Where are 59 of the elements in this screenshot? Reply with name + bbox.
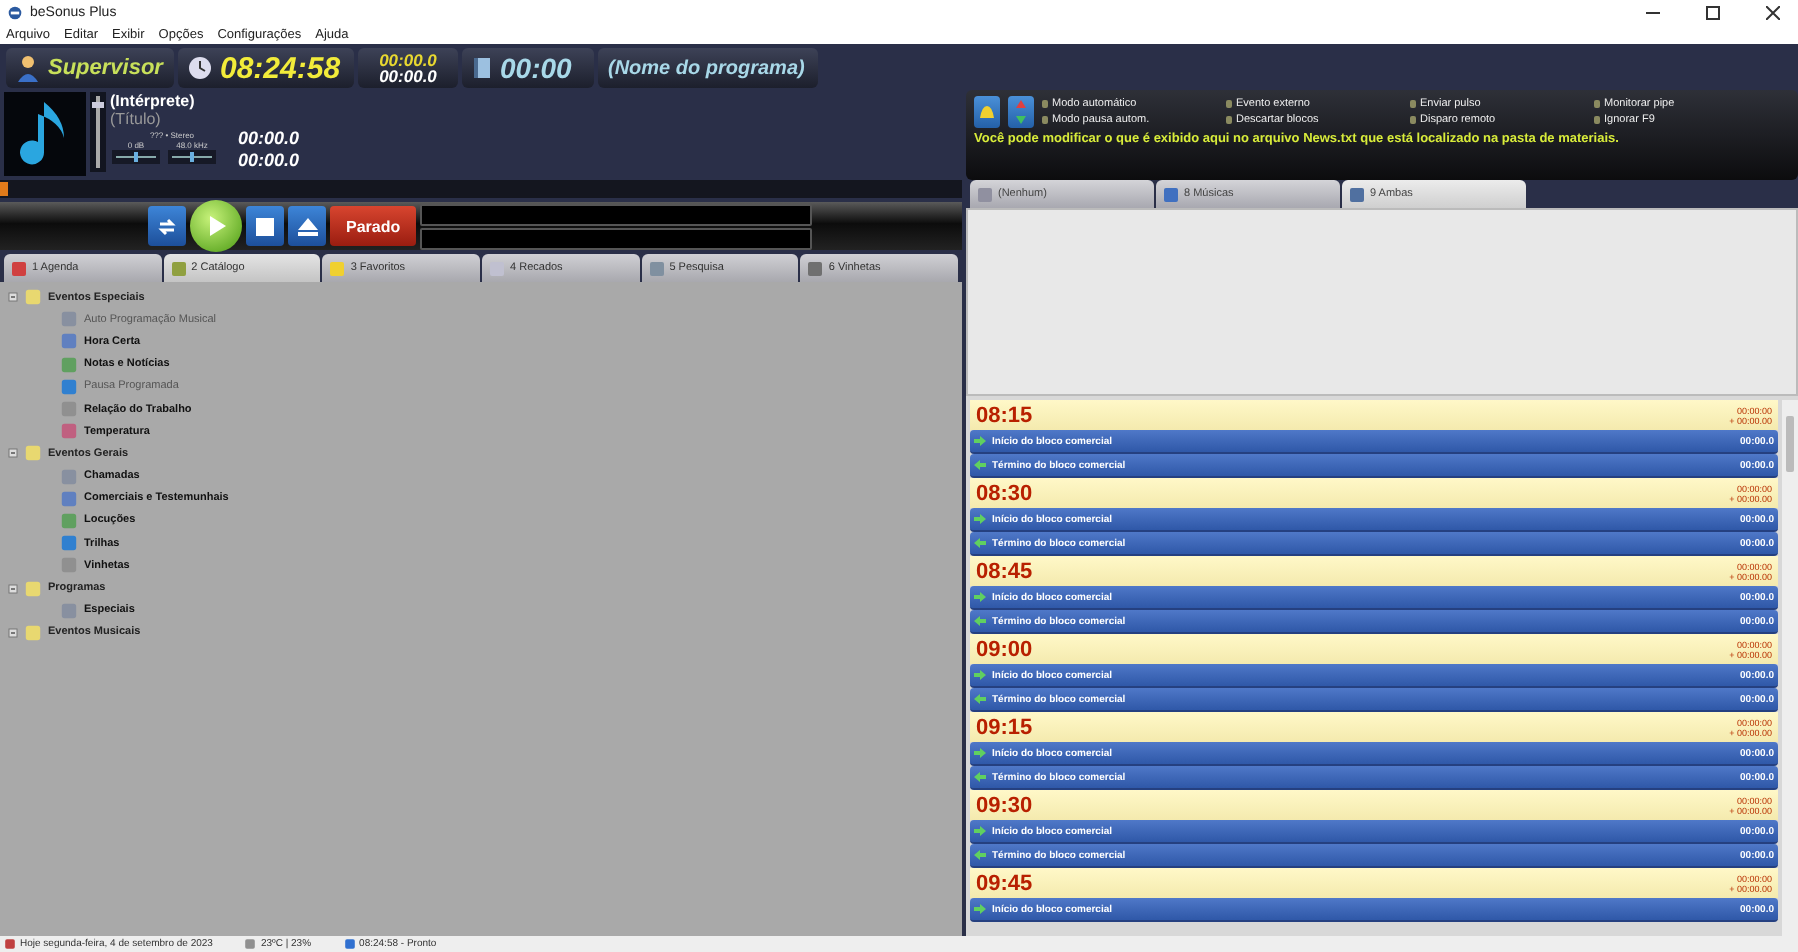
scrollbar[interactable]: [1782, 400, 1798, 936]
block-time: 09:30: [976, 793, 1033, 817]
right-arrow-icon: [974, 592, 986, 602]
stop-button[interactable]: [246, 206, 284, 246]
minimize-icon[interactable]: [1645, 11, 1659, 13]
right-arrow-icon: [974, 826, 986, 836]
block-time: 09:15: [976, 715, 1033, 739]
item-icon: [60, 601, 78, 620]
collapse-toggle-icon[interactable]: [8, 292, 18, 303]
right-arrow-icon: [974, 670, 986, 680]
app-logo-icon: [8, 5, 22, 19]
bell-button[interactable]: [974, 96, 1000, 128]
left-arrow-icon: [974, 694, 986, 704]
play-icon: [204, 214, 228, 238]
collapse-toggle-icon[interactable]: [8, 627, 18, 638]
eject-icon: [297, 217, 317, 235]
volume-slider[interactable]: [90, 92, 106, 172]
block-time: 08:30: [976, 481, 1033, 505]
left-arrow-icon: [974, 538, 986, 548]
right-arrow-icon: [974, 748, 986, 758]
program-time: 00:00: [500, 52, 572, 84]
block-time: 08:15: [976, 403, 1033, 427]
repeat-button[interactable]: [148, 206, 186, 246]
close-icon[interactable]: [1765, 5, 1779, 19]
elapsed-time: 00:00.0: [238, 128, 300, 150]
eject-button[interactable]: [288, 206, 326, 246]
play-button[interactable]: [190, 200, 242, 252]
artist-text: (Intérprete): [110, 92, 197, 110]
clock-time: 08:24:58: [220, 51, 341, 85]
left-arrow-icon: [974, 460, 986, 470]
right-arrow-icon: [974, 514, 986, 524]
rate-slider[interactable]: [168, 150, 216, 164]
left-arrow-icon: [974, 772, 986, 782]
right-arrow-icon: [974, 436, 986, 446]
right-arrow-icon: [974, 904, 986, 914]
user-icon: [16, 54, 40, 82]
remaining-time: 00:00.0: [238, 150, 300, 172]
arrows-button[interactable]: [1008, 96, 1034, 128]
counter-top: 00:00.0: [379, 52, 437, 68]
left-arrow-icon: [974, 616, 986, 626]
status-button[interactable]: Parado: [330, 206, 417, 246]
stop-icon: [256, 217, 274, 235]
title-text: (Título): [110, 110, 163, 128]
repeat-icon: [156, 215, 178, 237]
collapse-toggle-icon[interactable]: [8, 448, 18, 459]
clock-icon: [188, 56, 212, 80]
block-time: 09:45: [976, 871, 1033, 895]
collapse-toggle-icon[interactable]: [8, 583, 18, 594]
left-arrow-icon: [974, 850, 986, 860]
maximize-icon[interactable]: [1705, 5, 1719, 19]
program-name: (Nome do programa): [608, 57, 805, 79]
book-icon: [472, 56, 492, 80]
up-down-arrows-icon: [1014, 100, 1028, 124]
bell-icon: [978, 103, 996, 121]
gain-slider[interactable]: [112, 150, 160, 164]
block-time: 09:00: [976, 637, 1033, 661]
user-name: Supervisor: [48, 56, 163, 80]
block-time: 08:45: [976, 559, 1033, 583]
counter-bottom: 00:00.0: [379, 68, 437, 84]
